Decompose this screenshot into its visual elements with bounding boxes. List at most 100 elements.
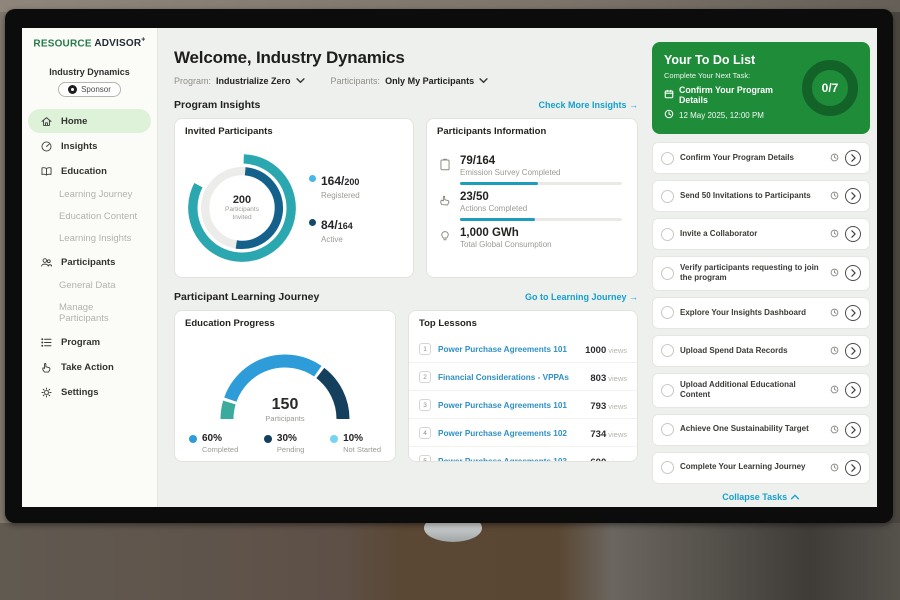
lesson-row: 3 Power Purchase Agreements 101 793views: [409, 391, 637, 419]
insights-icon: [40, 139, 54, 153]
task-go-button[interactable]: [845, 343, 861, 359]
lesson-rank: 3: [419, 399, 431, 411]
not-started-dot-icon: [330, 435, 338, 443]
lessons-list: 1 Power Purchase Agreements 101 1000view…: [409, 335, 637, 462]
legend-pending: 30%Pending: [264, 433, 305, 454]
collapse-tasks-link[interactable]: Collapse Tasks: [652, 492, 870, 502]
legend-registered: 164/200 Registered: [309, 172, 360, 200]
task-list: Confirm Your Program Details Send 50 Inv…: [652, 142, 870, 484]
task-go-button[interactable]: [845, 150, 861, 166]
sponsor-label: Sponsor: [81, 85, 111, 94]
chevron-up-icon: [790, 494, 800, 500]
program-dropdown[interactable]: Program: Industrialize Zero: [174, 76, 305, 86]
todo-progress-ring: 0/7: [802, 60, 858, 116]
gauge-center-value: 150: [205, 396, 365, 414]
hand-action-icon: [40, 360, 54, 374]
sponsor-icon: [68, 85, 77, 94]
program-insights-header: Program Insights Check More Insights →: [174, 99, 638, 111]
stat-consumption: 1,000 GWh Total Global Consumption: [439, 227, 625, 249]
clipboard-icon: [439, 155, 452, 185]
task-row[interactable]: Achieve One Sustainability Target: [652, 414, 870, 446]
lesson-row: 4 Power Purchase Agreements 102 734views: [409, 419, 637, 447]
clock-icon: [830, 187, 839, 205]
stat-actions: 23/50 Actions Completed: [439, 191, 625, 221]
task-go-button[interactable]: [845, 422, 861, 438]
lesson-rank: 1: [419, 343, 431, 355]
card-title: Participants Information: [427, 119, 637, 143]
completed-dot-icon: [189, 435, 197, 443]
card-title: Top Lessons: [409, 311, 637, 335]
sidebar-item-general-data[interactable]: General Data: [28, 275, 151, 296]
task-row[interactable]: Upload Additional Educational Content: [652, 373, 870, 408]
app-logo: RESOURCE ADVISOR+: [22, 37, 157, 57]
invited-participants-card: Invited Participants 200 Participants In…: [174, 118, 414, 278]
go-to-learning-journey-link[interactable]: Go to Learning Journey →: [525, 292, 638, 302]
check-more-insights-link[interactable]: Check More Insights →: [538, 100, 638, 110]
logo-resource: RESOURCE: [33, 38, 91, 49]
legend-not-started: 10%Not Started: [330, 433, 381, 454]
task-go-button[interactable]: [845, 226, 861, 242]
task-checkbox[interactable]: [661, 344, 674, 357]
sponsor-badge: Sponsor: [58, 82, 121, 97]
task-checkbox[interactable]: [661, 384, 674, 397]
people-icon: [40, 255, 54, 269]
task-checkbox[interactable]: [661, 190, 674, 203]
lesson-link[interactable]: Financial Considerations - VPPAs: [438, 373, 583, 382]
participants-dropdown[interactable]: Participants: Only My Participants: [331, 76, 489, 86]
task-checkbox[interactable]: [661, 152, 674, 165]
task-row[interactable]: Upload Spend Data Records: [652, 335, 870, 367]
stat-emission-survey: 79/164 Emission Survey Completed: [439, 155, 625, 185]
chevron-down-icon: [479, 76, 488, 86]
task-row[interactable]: Complete Your Learning Journey: [652, 452, 870, 484]
sponsor-wrap: Sponsor: [22, 82, 157, 97]
insights-cards-row: Invited Participants 200 Participants In…: [174, 118, 638, 278]
sidebar-item-education-content[interactable]: Education Content: [28, 206, 151, 227]
sidebar-item-participants[interactable]: Participants: [28, 250, 151, 274]
task-go-button[interactable]: [845, 382, 861, 398]
sidebar-item-take-action[interactable]: Take Action: [28, 355, 151, 379]
task-go-button[interactable]: [845, 265, 861, 281]
donut-center-value: 200: [233, 194, 251, 206]
sidebar-item-program[interactable]: Program: [28, 330, 151, 354]
active-dot-icon: [309, 219, 316, 226]
participants-information-card: Participants Information 79/164 Emission…: [426, 118, 638, 278]
task-row[interactable]: Invite a Collaborator: [652, 218, 870, 250]
book-icon: [40, 164, 54, 178]
sidebar-item-settings[interactable]: Settings: [28, 380, 151, 404]
sidebar-item-education[interactable]: Education: [28, 159, 151, 183]
task-go-button[interactable]: [845, 188, 861, 204]
task-row[interactable]: Explore Your Insights Dashboard: [652, 297, 870, 329]
task-checkbox[interactable]: [661, 461, 674, 474]
task-checkbox[interactable]: [661, 228, 674, 241]
arrow-right-icon: →: [629, 100, 638, 110]
task-checkbox[interactable]: [661, 423, 674, 436]
lesson-link[interactable]: Power Purchase Agreements 102: [438, 429, 583, 438]
task-go-button[interactable]: [845, 305, 861, 321]
sidebar-item-manage-participants[interactable]: Manage Participants: [28, 297, 151, 329]
calendar-icon: [664, 89, 674, 101]
lesson-link[interactable]: Power Purchase Agreements 103: [438, 457, 583, 463]
lesson-link[interactable]: Power Purchase Agreements 101: [438, 401, 583, 410]
top-lessons-card: Top Lessons 1 Power Purchase Agreements …: [408, 310, 638, 462]
sidebar: RESOURCE ADVISOR+ Industry Dynamics Spon…: [22, 28, 158, 507]
task-go-button[interactable]: [845, 460, 861, 476]
task-row[interactable]: Confirm Your Program Details: [652, 142, 870, 174]
page-title: Welcome, Industry Dynamics: [174, 48, 638, 68]
lesson-link[interactable]: Power Purchase Agreements 101: [438, 345, 578, 354]
invited-legend: 164/200 Registered 84/164 Active: [309, 172, 360, 244]
clock-icon: [830, 381, 839, 399]
task-checkbox[interactable]: [661, 267, 674, 280]
sidebar-item-learning-insights[interactable]: Learning Insights: [28, 228, 151, 249]
education-progress-card: Education Progress 150 Participants: [174, 310, 396, 462]
task-row[interactable]: Verify participants requesting to join t…: [652, 256, 870, 291]
journey-cards-row: Education Progress 150 Participants: [174, 310, 638, 462]
sidebar-nav: Home Insights Education Learning Journey…: [22, 109, 157, 404]
sidebar-item-insights[interactable]: Insights: [28, 134, 151, 158]
sidebar-item-learning-journey[interactable]: Learning Journey: [28, 184, 151, 205]
pending-dot-icon: [264, 435, 272, 443]
todo-header-card: Your To Do List Complete Your Next Task:…: [652, 42, 870, 134]
lesson-rank: 2: [419, 371, 431, 383]
task-row[interactable]: Send 50 Invitations to Participants: [652, 180, 870, 212]
sidebar-item-home[interactable]: Home: [28, 109, 151, 133]
task-checkbox[interactable]: [661, 306, 674, 319]
